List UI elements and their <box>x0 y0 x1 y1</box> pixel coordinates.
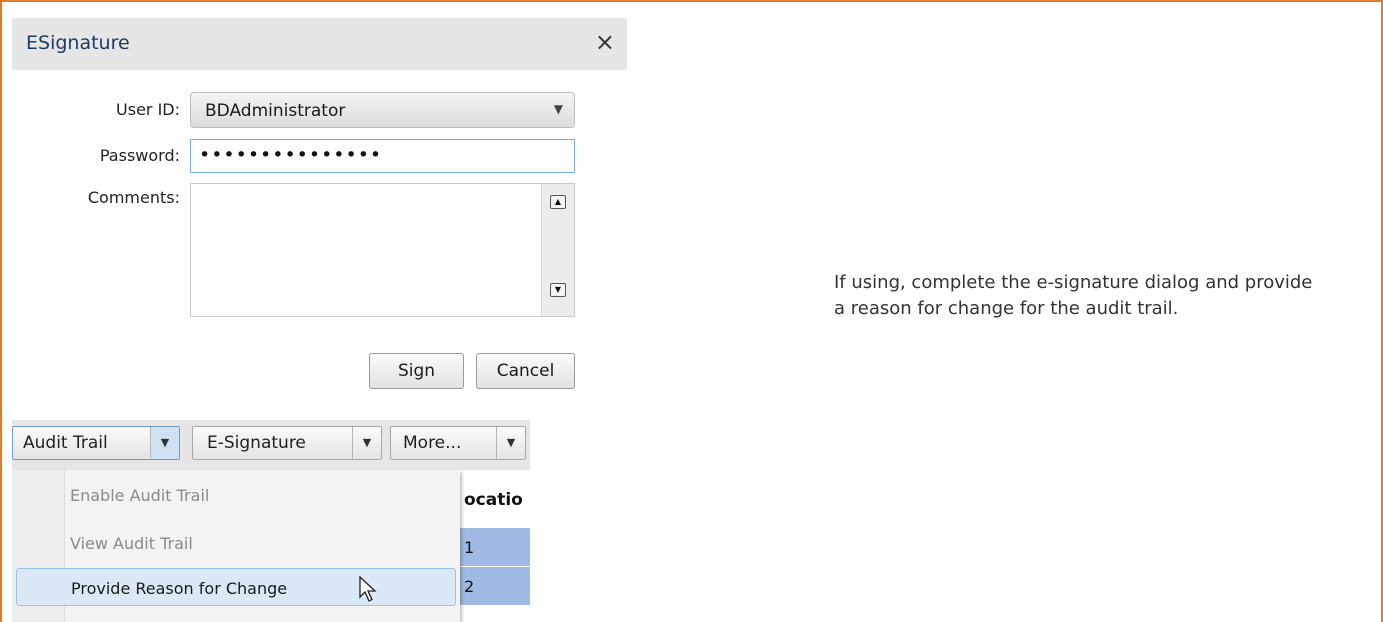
comments-scrollbar[interactable]: ▲ ▼ <box>541 184 574 316</box>
comments-textarea[interactable]: ▲ ▼ <box>190 183 575 317</box>
mouse-pointer-icon <box>359 576 377 602</box>
menu-item-enable-audit-trail[interactable]: Enable Audit Trail <box>16 476 456 514</box>
audit-trail-dropdown-icon[interactable]: ▼ <box>150 427 179 459</box>
esignature-dialog: ESignature × User ID: BDAdministrator ▼ … <box>12 18 627 404</box>
e-signature-label: E-Signature <box>207 433 306 453</box>
table-cell: 2 <box>464 577 475 596</box>
cancel-button[interactable]: Cancel <box>476 353 575 389</box>
more-dropdown-icon[interactable]: ▼ <box>496 427 525 459</box>
grid-column-header[interactable]: ocatio <box>460 474 530 526</box>
grid-column-header-text: ocatio <box>464 490 523 510</box>
e-signature-button[interactable]: E-Signature ▼ <box>192 426 382 460</box>
table-row[interactable]: 2 <box>460 566 530 605</box>
sign-button[interactable]: Sign <box>369 353 464 389</box>
more-label: More... <box>403 433 462 453</box>
toolbar: Audit Trail ▼ E-Signature ▼ More... ▼ <box>12 420 530 470</box>
audit-trail-label: Audit Trail <box>23 433 108 453</box>
chevron-down-icon: ▼ <box>553 102 563 116</box>
comments-label: Comments: <box>87 188 180 207</box>
user-id-select[interactable]: BDAdministrator ▼ <box>190 92 575 128</box>
table-cell: 1 <box>464 538 475 557</box>
dialog-title: ESignature <box>26 32 130 54</box>
user-id-label: User ID: <box>116 100 180 119</box>
menu-item-label: Provide Reason for Change <box>71 579 288 598</box>
user-id-value: BDAdministrator <box>205 101 346 121</box>
e-signature-dropdown-icon[interactable]: ▼ <box>352 427 381 459</box>
menu-item-view-audit-trail[interactable]: View Audit Trail <box>16 524 456 562</box>
instruction-text: If using, complete the e-signature dialo… <box>834 272 1313 319</box>
more-button[interactable]: More... ▼ <box>390 426 526 460</box>
audit-trail-button[interactable]: Audit Trail ▼ <box>12 426 180 460</box>
audit-trail-menu: Enable Audit Trail View Audit Trail Prov… <box>12 470 460 622</box>
password-field[interactable]: ••••••••••••••• <box>190 139 575 173</box>
menu-item-provide-reason-for-change[interactable]: Provide Reason for Change <box>16 568 456 606</box>
close-icon[interactable]: × <box>595 28 615 56</box>
menu-item-label: View Audit Trail <box>70 534 193 553</box>
password-label: Password: <box>99 146 180 165</box>
table-row[interactable]: 1 <box>460 527 530 566</box>
scroll-down-icon[interactable]: ▼ <box>550 283 566 297</box>
password-mask: ••••••••••••••• <box>199 144 383 166</box>
menu-item-label: Enable Audit Trail <box>70 486 210 505</box>
dialog-title-bar: ESignature × <box>12 18 627 70</box>
scroll-up-icon[interactable]: ▲ <box>550 195 566 209</box>
